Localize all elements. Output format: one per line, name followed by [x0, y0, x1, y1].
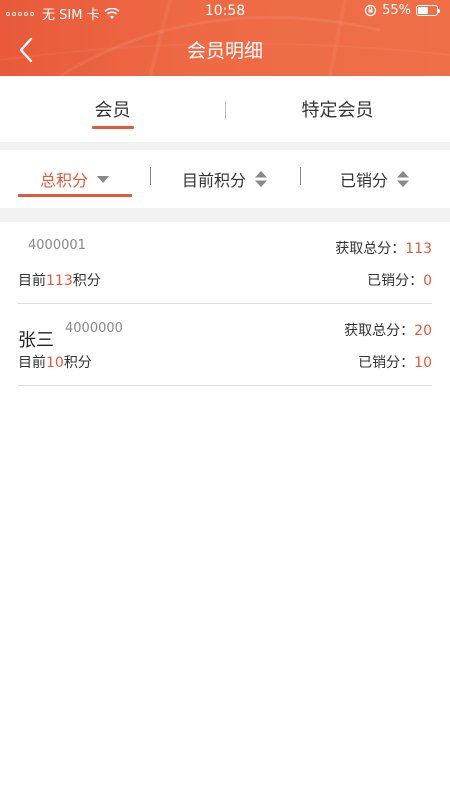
current-points-value: 10 [46, 355, 64, 371]
sort-up-down-icon [255, 171, 267, 187]
tab-specific-members-label: 特定会员 [301, 100, 374, 121]
active-sort-indicator [18, 194, 132, 197]
caret-down-icon [97, 175, 109, 183]
redeemed-points: 已销分：0 [367, 270, 432, 290]
list-item[interactable]: 张三 4000000 获取总分：20 目前10积分 已销分：10 [18, 304, 432, 386]
status-bar: 无 SIM 卡 10:58 55% [0, 0, 450, 24]
current-points-prefix: 目前 [18, 355, 46, 371]
member-name: 张三 [18, 330, 54, 351]
active-tab-indicator [92, 126, 134, 129]
current-points: 目前10积分 [18, 352, 92, 372]
app-header: 无 SIM 卡 10:58 55% 会员明细 [0, 0, 450, 76]
tab-members[interactable]: 会员 [0, 76, 225, 142]
earned-total-label: 获取总分： [335, 241, 406, 257]
battery-icon [416, 5, 440, 16]
current-points-prefix: 目前 [18, 273, 46, 289]
current-points-suffix: 积分 [63, 355, 92, 371]
battery-fill [418, 7, 428, 14]
list-item[interactable]: 4000001 获取总分：113 目前113积分 已销分：0 [18, 222, 432, 304]
redeemed-points-value: 0 [423, 273, 432, 289]
member-id: 4000000 [65, 321, 123, 336]
redeemed-points-label: 已销分： [367, 273, 424, 289]
redeemed-points: 已销分：10 [358, 352, 432, 372]
sort-up-down-icon [397, 171, 409, 187]
redeemed-points-value: 10 [414, 355, 432, 371]
member-tabs: 会员 特定会员 [0, 76, 450, 142]
sort-current-points[interactable]: 目前积分 [160, 162, 290, 196]
current-points-value: 113 [46, 273, 73, 289]
redeemed-points-label: 已销分： [358, 355, 415, 371]
member-id: 4000001 [28, 238, 86, 253]
earned-total-label: 获取总分： [344, 323, 415, 339]
current-points-suffix: 积分 [72, 273, 101, 289]
section-gap [0, 142, 450, 150]
earned-total-value: 113 [405, 241, 432, 257]
sort-redeemed-points-label: 已销分 [339, 171, 388, 190]
earned-total: 获取总分：20 [344, 320, 432, 340]
tab-specific-members[interactable]: 特定会员 [225, 76, 450, 142]
sort-bar: 总积分 目前积分 已销分 [0, 150, 450, 208]
tab-members-label: 会员 [94, 100, 131, 121]
earned-total-value: 20 [414, 323, 432, 339]
rotation-lock-icon [364, 4, 377, 17]
sort-divider [150, 167, 151, 185]
page-title: 会员明细 [186, 40, 263, 62]
sort-total-points[interactable]: 总积分 [18, 162, 132, 196]
section-gap [0, 208, 450, 222]
earned-total: 获取总分：113 [335, 238, 432, 258]
battery-percent: 55% [382, 3, 411, 18]
current-points: 目前113积分 [18, 270, 101, 290]
sort-current-points-label: 目前积分 [181, 171, 246, 190]
sort-total-points-label: 总积分 [39, 171, 88, 190]
sort-divider [300, 167, 301, 185]
sort-redeemed-points[interactable]: 已销分 [318, 162, 432, 196]
